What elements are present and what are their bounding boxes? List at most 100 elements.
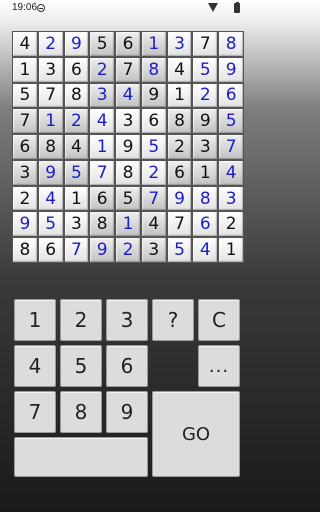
more-options-key[interactable]: ... [198, 345, 240, 387]
board-cell[interactable]: 5 [193, 57, 218, 82]
board-cell[interactable]: 2 [167, 135, 192, 159]
board-cell[interactable]: 3 [116, 109, 140, 134]
board-cell[interactable]: 5 [167, 238, 192, 262]
digit-8-key[interactable]: 8 [60, 391, 102, 433]
board-cell[interactable]: 6 [167, 160, 192, 185]
board-cell[interactable]: 9 [219, 57, 243, 82]
board-cell[interactable]: 5 [116, 186, 140, 211]
board-cell[interactable]: 8 [13, 238, 37, 262]
board-cell[interactable]: 3 [90, 83, 115, 108]
board-cell[interactable]: 3 [167, 32, 192, 56]
board-cell[interactable]: 3 [219, 186, 243, 211]
do-not-disturb-icon [37, 4, 45, 12]
board-cell[interactable]: 5 [13, 83, 37, 108]
board-cell[interactable]: 9 [64, 32, 89, 56]
digit-3-key[interactable]: 3 [106, 299, 148, 341]
board-cell[interactable]: 8 [64, 83, 89, 108]
board-cell[interactable]: 4 [90, 109, 115, 134]
board-cell[interactable]: 3 [193, 135, 218, 159]
digit-9-key[interactable]: 9 [106, 391, 148, 433]
board-cell[interactable]: 6 [64, 57, 89, 82]
board-cell[interactable]: 7 [64, 238, 89, 262]
board-cell[interactable]: 7 [116, 57, 140, 82]
board-cell[interactable]: 8 [219, 32, 243, 56]
status-time: 19:06 [12, 2, 38, 13]
board-cell[interactable]: 6 [141, 109, 166, 134]
board-cell[interactable]: 6 [193, 212, 218, 237]
sudoku-grid: 4295613781362784595783491267124368956841… [13, 32, 243, 262]
board-cell[interactable]: 6 [90, 186, 115, 211]
board-cell[interactable]: 9 [90, 238, 115, 262]
digit-2-key[interactable]: 2 [60, 299, 102, 341]
board-cell[interactable]: 1 [116, 212, 140, 237]
board-cell[interactable]: 9 [193, 109, 218, 134]
sudoku-board: 4295613781362784595783491267124368956841… [12, 31, 244, 263]
board-cell[interactable]: 1 [38, 109, 63, 134]
hint-key[interactable]: ? [152, 299, 194, 341]
board-cell[interactable]: 8 [116, 160, 140, 185]
digit-4-key[interactable]: 4 [14, 345, 56, 387]
board-cell[interactable]: 4 [193, 238, 218, 262]
board-cell[interactable]: 6 [116, 32, 140, 56]
board-cell[interactable]: 7 [167, 212, 192, 237]
board-cell[interactable]: 1 [64, 186, 89, 211]
board-cell[interactable]: 1 [167, 83, 192, 108]
board-cell[interactable]: 1 [219, 238, 243, 262]
board-cell[interactable]: 2 [116, 238, 140, 262]
board-cell[interactable]: 5 [64, 160, 89, 185]
digit-5-key[interactable]: 5 [60, 345, 102, 387]
digit-7-key[interactable]: 7 [14, 391, 56, 433]
board-cell[interactable]: 4 [219, 160, 243, 185]
board-cell[interactable]: 5 [219, 109, 243, 134]
go-button[interactable]: GO [152, 391, 240, 477]
board-cell[interactable]: 2 [13, 186, 37, 211]
board-cell[interactable]: 9 [38, 160, 63, 185]
board-cell[interactable]: 4 [167, 57, 192, 82]
board-cell[interactable]: 3 [13, 160, 37, 185]
board-cell[interactable]: 1 [13, 57, 37, 82]
battery-icon [234, 1, 240, 13]
board-cell[interactable]: 5 [38, 212, 63, 237]
board-cell[interactable]: 4 [64, 135, 89, 159]
board-cell[interactable]: 1 [90, 135, 115, 159]
board-cell[interactable]: 6 [13, 135, 37, 159]
board-cell[interactable]: 2 [64, 109, 89, 134]
board-cell[interactable]: 7 [141, 186, 166, 211]
board-cell[interactable]: 7 [193, 32, 218, 56]
digit-6-key[interactable]: 6 [106, 345, 148, 387]
board-cell[interactable]: 9 [116, 135, 140, 159]
board-cell[interactable]: 2 [90, 57, 115, 82]
board-cell[interactable]: 8 [90, 212, 115, 237]
board-cell[interactable]: 1 [193, 160, 218, 185]
board-cell[interactable]: 9 [141, 83, 166, 108]
board-cell[interactable]: 5 [141, 135, 166, 159]
board-cell[interactable]: 8 [141, 57, 166, 82]
board-cell[interactable]: 9 [167, 186, 192, 211]
board-cell[interactable]: 2 [219, 212, 243, 237]
board-cell[interactable]: 9 [13, 212, 37, 237]
board-cell[interactable]: 2 [141, 160, 166, 185]
board-cell[interactable]: 2 [38, 32, 63, 56]
board-cell[interactable]: 8 [193, 186, 218, 211]
board-cell[interactable]: 3 [64, 212, 89, 237]
board-cell[interactable]: 3 [38, 57, 63, 82]
board-cell[interactable]: 7 [90, 160, 115, 185]
board-cell[interactable]: 8 [167, 109, 192, 134]
board-cell[interactable]: 5 [90, 32, 115, 56]
board-cell[interactable]: 4 [116, 83, 140, 108]
board-cell[interactable]: 4 [38, 186, 63, 211]
blank-wide-key[interactable] [14, 437, 148, 477]
board-cell[interactable]: 7 [13, 109, 37, 134]
board-cell[interactable]: 8 [38, 135, 63, 159]
board-cell[interactable]: 7 [219, 135, 243, 159]
clear-key[interactable]: C [198, 299, 240, 341]
board-cell[interactable]: 7 [38, 83, 63, 108]
board-cell[interactable]: 6 [38, 238, 63, 262]
board-cell[interactable]: 3 [141, 238, 166, 262]
board-cell[interactable]: 6 [219, 83, 243, 108]
board-cell[interactable]: 1 [141, 32, 166, 56]
board-cell[interactable]: 4 [13, 32, 37, 56]
digit-1-key[interactable]: 1 [14, 299, 56, 341]
board-cell[interactable]: 4 [141, 212, 166, 237]
board-cell[interactable]: 2 [193, 83, 218, 108]
